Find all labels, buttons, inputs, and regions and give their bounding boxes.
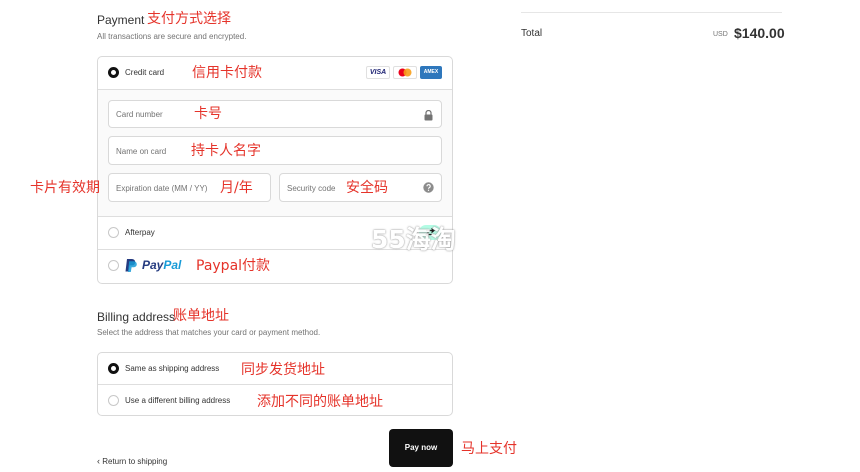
annotation-cardholder-name: 持卡人名字 — [191, 143, 261, 159]
expiration-placeholder: Expiration date (MM / YY) — [116, 184, 208, 193]
billing-subtitle: Select the address that matches your car… — [97, 328, 321, 337]
payment-subtitle: All transactions are secure and encrypte… — [97, 32, 247, 41]
currency-label: USD — [713, 31, 728, 38]
card-number-placeholder: Card number — [116, 110, 163, 119]
divider — [98, 216, 452, 217]
name-on-card-input[interactable]: Name on card — [108, 136, 442, 165]
lock-icon — [424, 110, 433, 121]
different-address-label[interactable]: Use a different billing address — [125, 396, 230, 405]
afterpay-label[interactable]: Afterpay — [125, 228, 155, 237]
paypal-radio[interactable] — [108, 260, 119, 271]
return-to-shipping-link[interactable]: ‹ Return to shipping — [97, 456, 167, 466]
credit-card-label[interactable]: Credit card — [125, 68, 164, 77]
annotation-card-expiry: 卡片有效期 — [30, 180, 100, 196]
annotation-payment-method: 支付方式选择 — [147, 11, 231, 27]
annotation-different-address: 添加不同的账单地址 — [257, 394, 383, 410]
annotation-paypal: Paypal付款 — [196, 258, 271, 274]
pay-now-button[interactable]: Pay now — [389, 429, 453, 467]
annotation-billing-address: 账单地址 — [173, 308, 229, 324]
divider — [98, 89, 452, 90]
afterpay-radio[interactable] — [108, 227, 119, 238]
same-address-radio[interactable] — [108, 363, 119, 374]
billing-title: Billing address — [97, 310, 176, 324]
visa-logo: VISA — [366, 66, 390, 79]
total-label: Total — [521, 28, 543, 39]
chevron-left-icon: ‹ — [97, 456, 100, 466]
total-value: $140.00 — [734, 25, 785, 41]
help-icon[interactable] — [423, 182, 434, 193]
annotation-pay-now: 马上支付 — [461, 441, 517, 457]
annotation-credit-card: 信用卡付款 — [192, 65, 262, 81]
divider — [98, 384, 452, 385]
name-on-card-placeholder: Name on card — [116, 147, 167, 156]
annotation-card-number: 卡号 — [194, 106, 222, 122]
paypal-icon — [125, 259, 137, 272]
annotation-security-code: 安全码 — [346, 180, 388, 196]
security-code-placeholder: Security code — [287, 184, 336, 193]
payment-title: Payment — [97, 13, 145, 27]
watermark: 55海淘 — [371, 225, 456, 254]
summary-divider — [521, 12, 782, 13]
mastercard-logo — [393, 66, 417, 79]
annotation-month-year: 月/年 — [220, 180, 253, 196]
card-number-input[interactable]: Card number — [108, 100, 442, 128]
same-address-label[interactable]: Same as shipping address — [125, 364, 219, 373]
paypal-wordmark[interactable]: PayPal — [142, 258, 181, 272]
credit-card-radio[interactable] — [108, 67, 119, 78]
different-address-radio[interactable] — [108, 395, 119, 406]
annotation-same-address: 同步发货地址 — [241, 362, 325, 378]
amex-logo: AMEX — [420, 66, 442, 79]
